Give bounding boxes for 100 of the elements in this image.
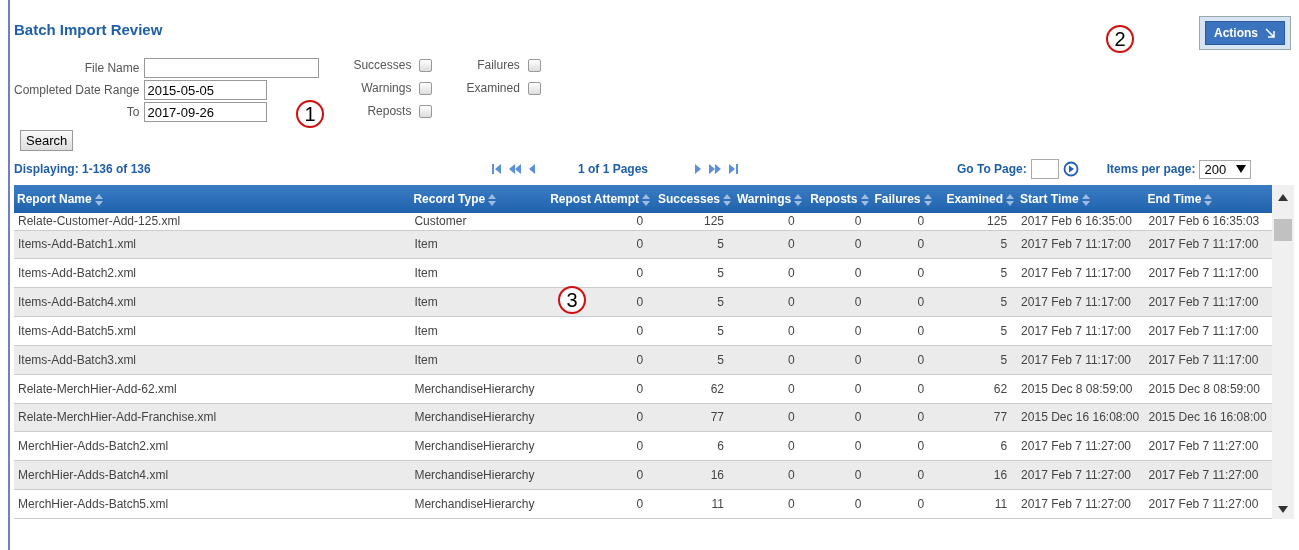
column-header[interactable]: Record Type [410, 185, 542, 213]
table-cell: 5 [653, 230, 734, 259]
go-icon[interactable] [1062, 161, 1079, 177]
table-cell: MerchandiseHierarchy [410, 403, 542, 432]
table-cell: 5 [653, 287, 734, 317]
table-cell: 0 [541, 230, 654, 259]
table-cell: 125 [653, 213, 734, 230]
table-cell: 0 [734, 258, 805, 288]
table-cell: MerchHier-Adds-Batch2.xml [14, 431, 411, 461]
table-cell: 0 [871, 345, 935, 375]
sort-icon [94, 193, 103, 206]
table-cell: 0 [804, 316, 872, 346]
text-field[interactable]: 2015-05-05 [144, 80, 268, 100]
table-cell: Item [410, 345, 542, 375]
table-cell: Item [410, 287, 542, 317]
field-label: To [125, 105, 140, 119]
items-per-page-label: Items per page: [1106, 162, 1196, 176]
result-count: Displaying: 1-136 of 136 [14, 162, 152, 176]
table-cell: 2017 Feb 7 11:27:00 [1017, 431, 1145, 461]
table-cell: 0 [804, 374, 872, 404]
column-header[interactable]: Warnings [734, 185, 805, 213]
first-page-icon[interactable] [492, 163, 502, 175]
table-cell: MerchandiseHierarchy [410, 374, 542, 404]
table-cell: MerchHier-Adds-Batch4.xml [14, 460, 411, 490]
table-cell: 0 [734, 316, 805, 346]
scrollbar[interactable] [1272, 185, 1294, 519]
table-cell: 0 [871, 374, 935, 404]
sort-icon [1204, 193, 1213, 206]
scroll-up-icon[interactable] [1278, 194, 1288, 201]
table-cell: 5 [934, 258, 1018, 288]
rewind-icon[interactable] [508, 163, 522, 175]
table-cell: Relate-Customer-Add-125.xml [14, 213, 411, 230]
table-cell: 5 [934, 316, 1018, 346]
table-cell: 0 [804, 403, 872, 432]
table-cell: 5 [934, 230, 1018, 259]
column-header[interactable]: Reposts [804, 185, 872, 213]
checkbox[interactable] [527, 81, 541, 95]
table-cell: 0 [871, 258, 935, 288]
table-cell: 62 [653, 374, 734, 404]
last-page-icon[interactable] [728, 163, 739, 175]
table-cell: 0 [734, 460, 805, 490]
column-header[interactable]: Failures [871, 185, 935, 213]
table-cell: Relate-MerchHier-Add-Franchise.xml [14, 403, 411, 432]
table-cell: 2017 Feb 7 11:27:00 [1017, 489, 1145, 519]
table-cell: 2015 Dec 16 16:08:00 [1144, 403, 1272, 432]
table-cell: 2017 Feb 7 11:17:00 [1144, 345, 1272, 375]
table-cell: 0 [734, 431, 805, 461]
table-cell: 2017 Feb 7 11:17:00 [1017, 316, 1145, 346]
sort-icon [1006, 193, 1015, 206]
table-cell: 2017 Feb 7 11:17:00 [1017, 345, 1145, 375]
table-cell: Item [410, 316, 542, 346]
table-cell: 0 [541, 374, 654, 404]
table-cell: 11 [653, 489, 734, 519]
page-number-field[interactable] [1030, 159, 1059, 179]
table-cell: 0 [541, 258, 654, 288]
column-header[interactable]: Repost Attempt [541, 185, 654, 213]
sort-icon [923, 193, 932, 206]
text-field[interactable]: 2017-09-26 [144, 102, 268, 122]
checkbox[interactable] [419, 81, 433, 95]
scroll-thumb[interactable] [1274, 219, 1292, 241]
table-cell: 0 [541, 489, 654, 519]
checkbox[interactable] [419, 104, 433, 118]
checkbox-label: Reposts [367, 104, 412, 118]
table-cell: 0 [541, 403, 654, 432]
table-cell: 2015 Dec 16 16:08:00 [1017, 403, 1145, 432]
column-header[interactable]: Report Name [14, 185, 411, 213]
scroll-down-icon[interactable] [1278, 506, 1288, 513]
sort-icon [642, 193, 651, 206]
items-per-page-select[interactable]: 200 [1199, 159, 1252, 179]
next-icon[interactable] [694, 163, 703, 175]
table-cell: 0 [541, 213, 654, 230]
search-button[interactable]: Search [20, 130, 74, 151]
column-header[interactable]: Start Time [1017, 185, 1145, 213]
column-header[interactable]: Successes [653, 185, 734, 213]
field-label: File Name [83, 61, 140, 75]
checkbox-label: Warnings [361, 81, 412, 95]
checkbox[interactable] [527, 58, 541, 72]
previous-icon[interactable] [528, 163, 536, 175]
table-cell: Items-Add-Batch3.xml [14, 345, 411, 375]
caret-icon [1236, 165, 1247, 173]
checkbox-label: Failures [477, 58, 520, 72]
table-cell: 0 [804, 460, 872, 490]
table-cell: 0 [804, 213, 872, 230]
actions-button[interactable]: Actions [1205, 21, 1285, 45]
table-cell: Items-Add-Batch2.xml [14, 258, 411, 288]
field-label: Completed Date Range [14, 83, 140, 97]
fast-forward-icon[interactable] [708, 163, 723, 175]
callout-marker: 1 [296, 100, 324, 128]
checkbox[interactable] [419, 58, 433, 72]
table-cell: 0 [804, 431, 872, 461]
table-cell: 0 [734, 287, 805, 317]
table-cell: 2017 Feb 7 11:17:00 [1144, 230, 1272, 259]
table-cell: 0 [734, 403, 805, 432]
text-field[interactable] [144, 58, 320, 78]
table-cell: 0 [734, 230, 805, 259]
table-cell: 0 [804, 345, 872, 375]
column-header[interactable]: Examined [934, 185, 1018, 213]
column-header[interactable]: End Time [1144, 185, 1272, 213]
table-cell: 2017 Feb 7 11:27:00 [1017, 460, 1145, 490]
table-cell: 2017 Feb 7 11:17:00 [1017, 287, 1145, 317]
